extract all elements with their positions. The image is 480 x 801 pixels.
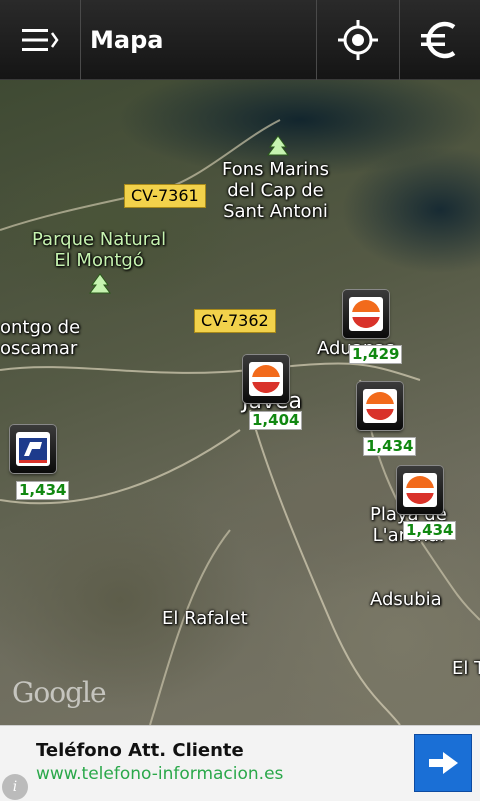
page-title: Mapa: [90, 26, 164, 54]
menu-button[interactable]: [0, 0, 80, 80]
park-icon: [89, 273, 111, 294]
locate-button[interactable]: [317, 0, 399, 80]
map-label-el-rafalet: El Rafalet: [162, 608, 248, 629]
road-badge-cv7361: CV-7361: [124, 184, 206, 208]
gas-station-marker[interactable]: [243, 355, 289, 403]
info-icon[interactable]: i: [2, 774, 28, 800]
arrow-right-icon: [429, 752, 458, 774]
fuel-price: 1,404: [249, 411, 303, 430]
ad-url[interactable]: www.telefono-informacion.es: [36, 764, 283, 784]
repsol-logo-icon: [403, 473, 437, 507]
separator: [80, 0, 81, 80]
gas-station-marker[interactable]: [357, 382, 403, 430]
fuel-price: 1,434: [403, 521, 457, 540]
currency-button[interactable]: [400, 0, 480, 80]
map-label-montgo: ontgo de oscamar: [0, 317, 81, 359]
fuel-price: 1,429: [349, 345, 403, 364]
repsol-logo-icon: [249, 362, 283, 396]
action-bar: Mapa: [0, 0, 480, 80]
fuel-price: 1,434: [363, 437, 417, 456]
map-label-fons-marins: Fons Marins del Cap de Sant Antoni: [222, 159, 329, 222]
fuel-price: 1,434: [16, 481, 70, 500]
gas-station-marker[interactable]: [343, 290, 389, 338]
ad-open-button[interactable]: [414, 734, 472, 792]
park-icon: [267, 135, 289, 156]
crosshair-icon: [338, 20, 378, 60]
ad-banner[interactable]: Teléfono Att. Cliente www.telefono-infor…: [0, 725, 480, 801]
map-label-el-t: El T: [452, 658, 480, 679]
gas-station-marker[interactable]: [397, 466, 443, 514]
map-label-adsubia: Adsubia: [370, 589, 442, 610]
petronor-logo-icon: [16, 432, 50, 466]
map-label-parque-natural: Parque Natural El Montgó: [32, 229, 167, 271]
satellite-map[interactable]: Fons Marins del Cap de Sant Antoni CV-7361…: [0, 80, 480, 725]
gas-station-marker[interactable]: [10, 425, 56, 473]
ad-title: Teléfono Att. Cliente: [36, 740, 244, 761]
google-attribution: Google: [12, 676, 107, 709]
repsol-logo-icon: [349, 297, 383, 331]
road-badge-cv7362: CV-7362: [194, 309, 276, 333]
euro-icon: [421, 21, 456, 59]
menu-icon: [22, 29, 59, 51]
repsol-logo-icon: [363, 389, 397, 423]
